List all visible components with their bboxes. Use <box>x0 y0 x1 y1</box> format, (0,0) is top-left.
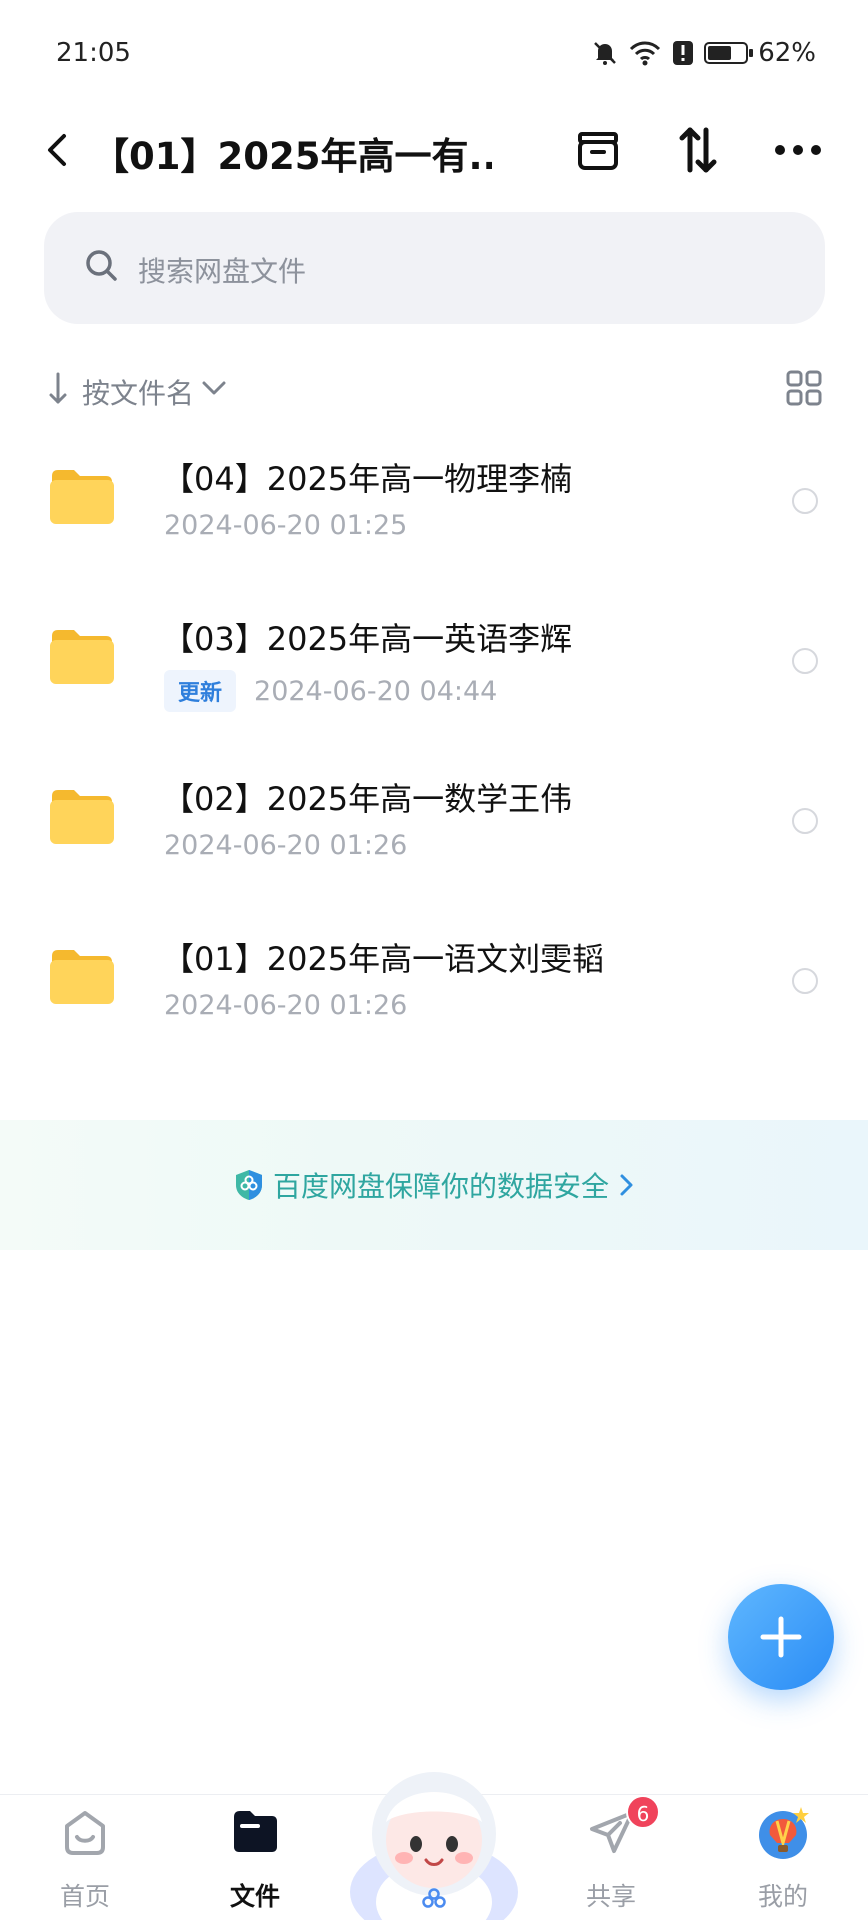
folder-icon <box>50 630 114 684</box>
list-item[interactable]: 【04】2025年高一物理李楠 2024-06-20 01:25 <box>0 430 868 590</box>
status-time: 21:05 <box>56 38 131 68</box>
file-name: 【02】2025年高一数学王伟 <box>162 780 573 818</box>
shield-icon <box>235 1170 262 1200</box>
status-icons: 62% <box>592 38 816 68</box>
sort-order-button[interactable] <box>670 122 726 178</box>
sort-row: 按文件名 <box>0 362 868 416</box>
list-item[interactable]: 【03】2025年高一英语李辉 更新 2024-06-20 04:44 <box>0 590 868 750</box>
file-meta: 2024-06-20 01:25 <box>164 510 407 541</box>
file-meta: 更新 2024-06-20 04:44 <box>164 670 497 712</box>
tab-home[interactable]: 首页 <box>20 1795 150 1920</box>
plus-icon <box>760 1616 802 1658</box>
battery-icon <box>704 42 754 64</box>
sort-by-button[interactable]: 按文件名 <box>82 372 194 412</box>
file-date: 2024-06-20 04:44 <box>254 675 498 707</box>
tab-me-label: 我的 <box>757 1882 808 1911</box>
file-meta: 2024-06-20 01:26 <box>164 830 407 861</box>
file-meta: 2024-06-20 01:26 <box>164 990 407 1021</box>
update-badge: 更新 <box>164 670 237 712</box>
folder-icon <box>50 470 114 524</box>
list-item[interactable]: 【01】2025年高一语文刘雯韬 2024-06-20 01:26 <box>0 910 868 1070</box>
mascot-icon <box>350 1772 518 1920</box>
select-checkbox[interactable] <box>792 968 818 994</box>
header: 【01】2025年高一有... <box>0 110 868 190</box>
file-list: 【04】2025年高一物理李楠 2024-06-20 01:25 【03】202… <box>0 430 868 1070</box>
more-icon <box>775 145 821 155</box>
folder-icon <box>50 790 114 844</box>
security-text: 百度网盘保障你的数据安全 <box>272 1170 609 1203</box>
grid-view-icon[interactable] <box>786 370 822 406</box>
page-title: 【01】2025年高一有... <box>92 135 492 178</box>
bell-off-icon <box>594 42 617 65</box>
sort-swap-icon <box>679 127 717 173</box>
file-name: 【04】2025年高一物理李楠 <box>162 460 573 498</box>
chevron-down-icon[interactable] <box>200 378 228 398</box>
file-name: 【03】2025年高一英语李辉 <box>162 620 573 658</box>
tab-share[interactable]: 6 共享 <box>546 1795 676 1920</box>
tab-home-label: 首页 <box>59 1882 110 1911</box>
status-bar: 21:05 62% <box>0 0 868 110</box>
tab-share-label: 共享 <box>585 1882 636 1911</box>
folder-icon <box>50 950 114 1004</box>
alert-icon <box>673 41 694 65</box>
archive-icon <box>578 132 618 170</box>
files-folder-icon <box>234 1811 277 1852</box>
battery-level <box>708 46 731 60</box>
back-icon[interactable] <box>38 128 78 172</box>
select-checkbox[interactable] <box>792 488 818 514</box>
list-item[interactable]: 【02】2025年高一数学王伟 2024-06-20 01:26 <box>0 750 868 910</box>
share-badge: 6 <box>626 1795 660 1829</box>
sort-direction-icon[interactable] <box>46 370 70 406</box>
avatar <box>759 1807 809 1859</box>
security-banner[interactable]: 百度网盘保障你的数据安全 <box>0 1120 868 1250</box>
add-button[interactable] <box>728 1584 834 1690</box>
chevron-right-icon <box>620 1174 633 1196</box>
home-icon <box>65 1811 105 1855</box>
archive-button[interactable] <box>570 122 626 178</box>
tab-me[interactable]: 我的 <box>718 1795 848 1920</box>
tab-files[interactable]: 文件 <box>190 1795 320 1920</box>
more-button[interactable] <box>770 122 826 178</box>
search-input[interactable]: 搜索网盘文件 <box>44 212 825 324</box>
search-icon <box>86 250 117 281</box>
tab-files-label: 文件 <box>229 1882 280 1911</box>
assistant-mascot[interactable] <box>346 1752 522 1920</box>
select-checkbox[interactable] <box>792 808 818 834</box>
file-date: 2024-06-20 01:26 <box>164 990 408 1021</box>
file-date: 2024-06-20 01:26 <box>164 830 408 861</box>
file-date: 2024-06-20 01:25 <box>164 510 408 541</box>
battery-percent: 62% <box>758 38 816 68</box>
wifi-icon <box>630 41 661 66</box>
select-checkbox[interactable] <box>792 648 818 674</box>
file-name: 【01】2025年高一语文刘雯韬 <box>162 940 605 978</box>
search-placeholder: 搜索网盘文件 <box>138 255 307 288</box>
